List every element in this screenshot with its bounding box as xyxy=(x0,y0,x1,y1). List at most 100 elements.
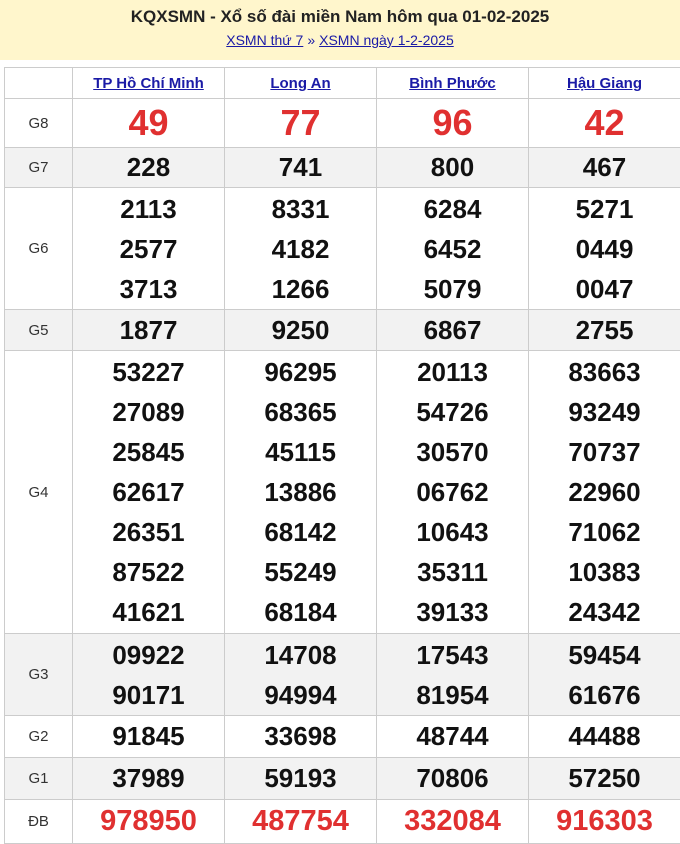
prize-value: 49 xyxy=(73,99,225,148)
prize-cell: 8331 4182 1266 xyxy=(225,188,377,310)
corner-cell xyxy=(5,68,73,99)
prize-cell: 6284 6452 5079 xyxy=(377,188,529,310)
prize-cell: 96295 68365 45115 13886 68142 55249 6818… xyxy=(225,351,377,634)
prize-label: G8 xyxy=(5,99,73,148)
prize-value: 53227 xyxy=(73,352,224,392)
prize-value: 800 xyxy=(377,148,529,188)
prize-cell: 5271 0449 0047 xyxy=(529,188,680,310)
prize-value: 68184 xyxy=(225,592,376,632)
prize-value: 70806 xyxy=(377,758,529,800)
prize-value: 94994 xyxy=(225,675,376,715)
prize-value: 0047 xyxy=(529,269,680,309)
prize-row-special: ĐB 978950 487754 332084 916303 xyxy=(5,800,680,844)
prize-value: 26351 xyxy=(73,512,224,552)
breadcrumb-separator: » xyxy=(307,32,315,48)
prize-value: 96 xyxy=(377,99,529,148)
prize-value: 09922 xyxy=(73,635,224,675)
prize-cell: 14708 94994 xyxy=(225,634,377,716)
prize-row-g5: G5 1877 9250 6867 2755 xyxy=(5,310,680,351)
breadcrumb: XSMN thứ 7»XSMN ngày 1-2-2025 xyxy=(0,29,680,51)
xsmn-date-link[interactable]: XSMN ngày 1-2-2025 xyxy=(319,32,454,48)
prize-value: 35311 xyxy=(377,552,528,592)
prize-value: 2755 xyxy=(529,310,680,351)
prize-value: 96295 xyxy=(225,352,376,392)
prize-value: 27089 xyxy=(73,392,224,432)
prize-cell: 83663 93249 70737 22960 71062 10383 2434… xyxy=(529,351,680,634)
prize-value: 57250 xyxy=(529,758,680,800)
prize-label: G5 xyxy=(5,310,73,351)
prize-cell: 20113 54726 30570 06762 10643 35311 3913… xyxy=(377,351,529,634)
prize-value: 71062 xyxy=(529,512,680,552)
prize-cell: 09922 90171 xyxy=(73,634,225,716)
prize-value: 741 xyxy=(225,148,377,188)
prize-cell: 53227 27089 25845 62617 26351 87522 4162… xyxy=(73,351,225,634)
prize-label: G6 xyxy=(5,188,73,310)
prize-value: 91845 xyxy=(73,716,225,758)
prize-label: G1 xyxy=(5,758,73,800)
prize-label: G7 xyxy=(5,148,73,188)
prize-value: 2577 xyxy=(73,229,224,269)
province-link-long-an[interactable]: Long An xyxy=(270,75,330,92)
prize-value: 83663 xyxy=(529,352,680,392)
page-header: KQXSMN - Xổ số đài miền Nam hôm qua 01-0… xyxy=(0,0,680,60)
prize-value: 37989 xyxy=(73,758,225,800)
prize-row-g2: G2 91845 33698 48744 44488 xyxy=(5,716,680,758)
prize-value: 62617 xyxy=(73,472,224,512)
prize-value: 87522 xyxy=(73,552,224,592)
prize-row-g1: G1 37989 59193 70806 57250 xyxy=(5,758,680,800)
special-prize-value: 978950 xyxy=(73,800,225,844)
prize-value: 5079 xyxy=(377,269,528,309)
province-link-binh-phuoc[interactable]: Bình Phước xyxy=(409,75,496,92)
prize-value: 06762 xyxy=(377,472,528,512)
prize-row-g7: G7 228 741 800 467 xyxy=(5,148,680,188)
prize-value: 467 xyxy=(529,148,680,188)
prize-row-g4: G4 53227 27089 25845 62617 26351 87522 4… xyxy=(5,351,680,634)
prize-cell: 2113 2577 3713 xyxy=(73,188,225,310)
province-header: Long An xyxy=(225,68,377,99)
prize-value: 25845 xyxy=(73,432,224,472)
prize-label: G4 xyxy=(5,351,73,634)
prize-value: 4182 xyxy=(225,229,376,269)
province-header: Hậu Giang xyxy=(529,68,680,99)
prize-value: 59193 xyxy=(225,758,377,800)
prize-value: 0449 xyxy=(529,229,680,269)
prize-value: 5271 xyxy=(529,189,680,229)
prize-value: 3713 xyxy=(73,269,224,309)
prize-value: 14708 xyxy=(225,635,376,675)
prize-value: 93249 xyxy=(529,392,680,432)
prize-value: 77 xyxy=(225,99,377,148)
prize-value: 13886 xyxy=(225,472,376,512)
prize-value: 33698 xyxy=(225,716,377,758)
prize-value: 45115 xyxy=(225,432,376,472)
prize-label: G2 xyxy=(5,716,73,758)
prize-cell: 17543 81954 xyxy=(377,634,529,716)
prize-value: 30570 xyxy=(377,432,528,472)
prize-value: 59454 xyxy=(529,635,680,675)
special-prize-value: 332084 xyxy=(377,800,529,844)
page-title: KQXSMN - Xổ số đài miền Nam hôm qua 01-0… xyxy=(0,5,680,29)
prize-value: 2113 xyxy=(73,189,224,229)
province-link-hau-giang[interactable]: Hậu Giang xyxy=(567,75,642,92)
results-table: TP Hồ Chí Minh Long An Bình Phước Hậu Gi… xyxy=(4,67,680,844)
prize-cell: 59454 61676 xyxy=(529,634,680,716)
xsmn-weekday-link[interactable]: XSMN thứ 7 xyxy=(226,32,303,48)
prize-value: 6452 xyxy=(377,229,528,269)
prize-value: 10383 xyxy=(529,552,680,592)
special-prize-value: 487754 xyxy=(225,800,377,844)
province-link-hcm[interactable]: TP Hồ Chí Minh xyxy=(93,75,204,92)
prize-value: 9250 xyxy=(225,310,377,351)
prize-value: 90171 xyxy=(73,675,224,715)
province-header: Bình Phước xyxy=(377,68,529,99)
prize-value: 6867 xyxy=(377,310,529,351)
prize-value: 22960 xyxy=(529,472,680,512)
prize-value: 8331 xyxy=(225,189,376,229)
prize-value: 24342 xyxy=(529,592,680,632)
prize-value: 70737 xyxy=(529,432,680,472)
special-prize-value: 916303 xyxy=(529,800,680,844)
prize-row-g6: G6 2113 2577 3713 8331 4182 1266 6284 64… xyxy=(5,188,680,310)
prize-value: 48744 xyxy=(377,716,529,758)
prize-value: 228 xyxy=(73,148,225,188)
prize-value: 55249 xyxy=(225,552,376,592)
prize-row-g3: G3 09922 90171 14708 94994 17543 81954 5… xyxy=(5,634,680,716)
prize-value: 44488 xyxy=(529,716,680,758)
